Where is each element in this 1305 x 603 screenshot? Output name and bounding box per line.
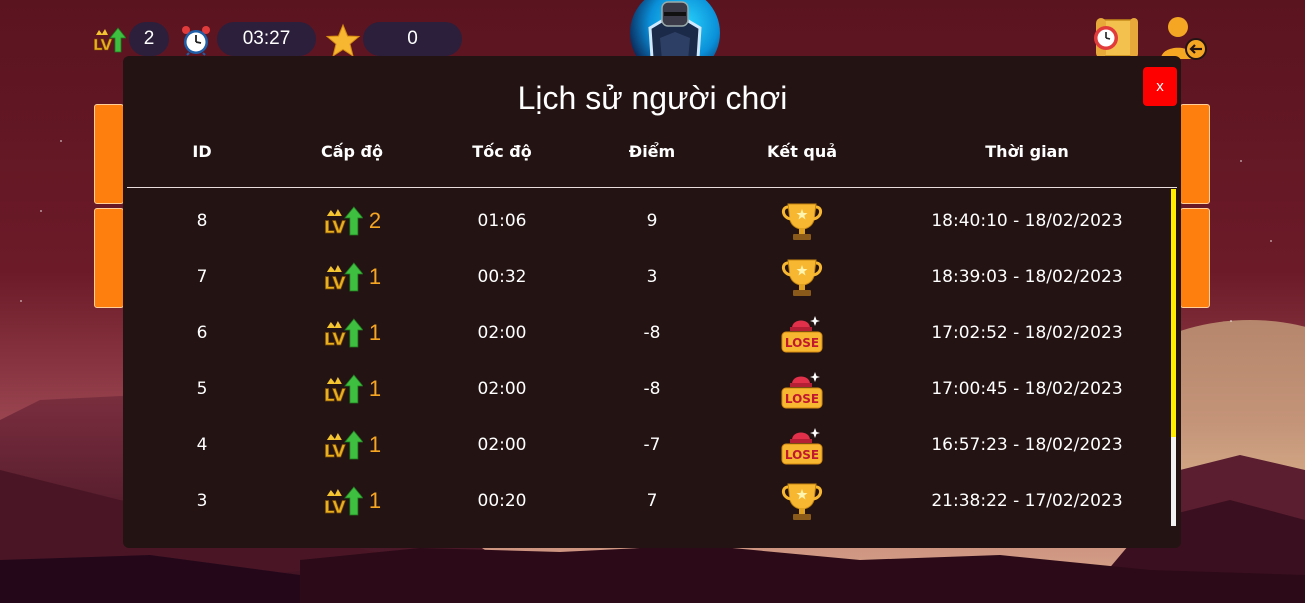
modal-title: Lịch sử người chơi (517, 80, 788, 116)
column-header-score: Điểm (628, 142, 676, 161)
star-dot (40, 210, 42, 212)
column-header-id: ID (192, 142, 212, 161)
level-up-icon: LV (324, 262, 363, 293)
side-panel-left-top (94, 104, 124, 204)
side-panel-right-bottom (1180, 208, 1210, 308)
side-panel-right-top (1180, 104, 1210, 204)
cell-score: 3 (646, 267, 658, 287)
star-dot (60, 140, 62, 142)
cell-id: 7 (196, 267, 208, 287)
svg-text:LOSE: LOSE (785, 336, 819, 350)
star-dot (1230, 320, 1232, 322)
cell-score: -8 (643, 323, 661, 343)
level-number: 1 (368, 432, 382, 457)
cell-level: LV 1 (323, 473, 381, 529)
svg-text:LOSE: LOSE (785, 448, 819, 462)
cell-speed: 00:20 (477, 491, 527, 511)
table-row: 7 LV 1 00:32 3 18:39:03 - 18/02/2023 (127, 249, 1169, 305)
alarm-clock-icon (182, 26, 210, 56)
cell-score: -8 (643, 379, 661, 399)
cell-id: 8 (196, 211, 208, 231)
timer-value: 03:27 (217, 22, 316, 56)
cell-time: 16:57:23 - 18/02/2023 (931, 435, 1123, 455)
cell-speed: 00:32 (477, 267, 527, 287)
level-value: 2 (129, 22, 169, 56)
trophy-icon (782, 203, 822, 240)
star-dot (20, 300, 22, 302)
star-dot (1270, 240, 1272, 242)
cell-speed: 02:00 (477, 435, 527, 455)
level-up-icon: LV (324, 374, 363, 405)
cell-level: LV 1 (323, 417, 381, 473)
level-number: 1 (368, 488, 382, 513)
cell-level: LV 1 (323, 361, 381, 417)
level-number: 1 (368, 264, 382, 289)
column-header-speed: Tốc độ (472, 142, 532, 161)
cell-result: LOSE (780, 417, 824, 473)
svg-text:LV: LV (324, 442, 346, 461)
cell-time: 18:40:10 - 18/02/2023 (931, 211, 1123, 231)
column-header-result: Kết quả (766, 142, 838, 161)
cell-speed: 02:00 (477, 323, 527, 343)
lose-badge-icon: LOSE (781, 428, 823, 465)
level-up-icon: LV (324, 430, 363, 461)
star-dot (1240, 160, 1242, 162)
cell-time: 18:39:03 - 18/02/2023 (931, 267, 1123, 287)
cell-level: LV 2 (323, 193, 381, 249)
lose-badge-icon: LOSE (781, 372, 823, 409)
svg-text:LV: LV (93, 36, 112, 54)
cell-id: 6 (196, 323, 208, 343)
cell-score: 9 (646, 211, 658, 231)
cell-result (780, 249, 824, 305)
star-icon (325, 23, 361, 58)
cell-level: LV 1 (323, 305, 381, 361)
cell-time: 17:02:52 - 18/02/2023 (931, 323, 1123, 343)
level-up-icon: LV (324, 206, 363, 237)
cell-speed: 01:06 (477, 211, 527, 231)
svg-text:LV: LV (324, 386, 346, 405)
cell-level: LV 1 (323, 249, 381, 305)
table-row: 8 LV 2 01:06 9 18:40:10 - 18/02/2023 (127, 193, 1169, 249)
cell-speed: 02:00 (477, 379, 527, 399)
scrollbar-thumb[interactable] (1171, 189, 1176, 437)
level-number: 1 (368, 320, 382, 345)
cell-result: LOSE (780, 305, 824, 361)
level-up-icon: LV (324, 486, 363, 517)
cell-result: LOSE (780, 361, 824, 417)
trophy-icon (782, 259, 822, 296)
cell-id: 5 (196, 379, 208, 399)
lose-badge-icon: LOSE (781, 316, 823, 353)
table-row: 4 LV 1 02:00 -7 LOSE 16:57:23 - 18/02/2023 (127, 417, 1169, 473)
cell-result (780, 193, 824, 249)
svg-text:LV: LV (324, 218, 346, 237)
column-header-level: Cấp độ (320, 142, 384, 161)
level-up-icon: LV (324, 318, 363, 349)
trophy-icon (782, 483, 822, 520)
level-up-icon: LV (93, 27, 126, 54)
svg-text:LOSE: LOSE (785, 392, 819, 406)
column-header-time: Thời gian (985, 142, 1069, 161)
svg-text:LV: LV (324, 498, 346, 517)
table-row: 6 LV 1 02:00 -8 LOSE 17:02:52 - 18/02/2023 (127, 305, 1169, 361)
svg-text:LV: LV (324, 330, 346, 349)
close-button[interactable]: x (1143, 67, 1177, 106)
cell-id: 3 (196, 491, 208, 511)
svg-text:LV: LV (324, 274, 346, 293)
header-divider (127, 187, 1177, 188)
level-number: 2 (368, 208, 382, 233)
level-number: 1 (368, 376, 382, 401)
history-scroll-icon[interactable] (1086, 16, 1140, 60)
cell-time: 17:00:45 - 18/02/2023 (931, 379, 1123, 399)
cell-time: 21:38:22 - 17/02/2023 (931, 491, 1123, 511)
table-row: 5 LV 1 02:00 -8 LOSE 17:00:45 - 18/02/2023 (127, 361, 1169, 417)
score-value: 0 (363, 22, 462, 56)
cell-result (780, 473, 824, 529)
cell-score: 7 (646, 491, 658, 511)
table-row: 3 LV 1 00:20 7 21:38:22 - 17/02/2023 (127, 473, 1169, 529)
side-panel-left-bottom (94, 208, 124, 308)
cell-id: 4 (196, 435, 208, 455)
cell-score: -7 (643, 435, 661, 455)
